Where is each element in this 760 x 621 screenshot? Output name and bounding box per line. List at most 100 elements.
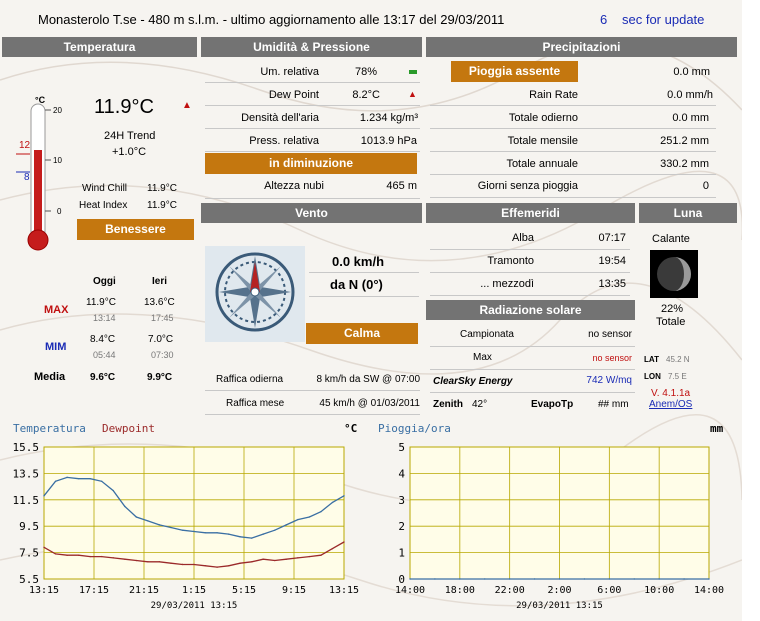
x-tick-label: 13:15 (329, 585, 359, 596)
data-point (227, 565, 230, 567)
data-point (250, 561, 253, 563)
data-point (308, 516, 311, 518)
lat-value: 45.2 N (666, 355, 690, 364)
zenith-label: Zenith (433, 399, 463, 410)
wind-rose-icon (205, 246, 305, 342)
gust-today-value: 8 km/h da SW @ 07:00 (316, 374, 420, 385)
today-max: 11.9°C (86, 297, 116, 308)
data-point (274, 559, 276, 562)
yesterday-avg: 9.9°C (147, 372, 173, 383)
data-point (204, 565, 207, 567)
data-point (508, 578, 511, 580)
data-point (308, 555, 311, 558)
y-tick-label: 5 (398, 441, 405, 454)
x-tick-label: 22:00 (495, 585, 525, 596)
x-tick-label: 1:15 (182, 585, 206, 596)
dry-days-label: Giorni senza pioggia (477, 180, 578, 192)
today-header: Oggi (93, 276, 116, 287)
data-point (285, 558, 288, 560)
data-point (297, 518, 299, 521)
x-tick-label: 5:15 (232, 585, 256, 596)
data-point (608, 578, 611, 580)
lon-label: LON (644, 372, 661, 381)
sunset-row: Tramonto 19:54 (430, 250, 630, 273)
evapo-label: EvapoTp (531, 399, 574, 410)
cloud-height-value: 465 m (386, 180, 417, 192)
dry-days-value: 0 (702, 180, 709, 192)
section-luna: Luna (639, 203, 737, 223)
today-max-time: 13:14 (93, 313, 116, 323)
update-countdown-label: sec for update (622, 12, 705, 27)
data-point (170, 526, 172, 529)
data-point (331, 501, 334, 504)
gust-today-label: Raffica odierna (216, 374, 284, 385)
update-countdown: 6 (600, 12, 608, 27)
air-density-row: Densità dell'aria 1.234 kg/m³ (205, 106, 420, 129)
avg-label: Media (34, 371, 66, 383)
temperature-chart: 15.513.511.59.57.55.513:15 17:15 21:15 1:15… (13, 441, 360, 611)
clearsky-value: 742 W/mq (586, 375, 632, 386)
data-point (181, 563, 184, 566)
today-min-time: 05:44 (93, 350, 116, 360)
yesterday-max-time: 17:45 (151, 313, 174, 323)
divider (309, 296, 419, 297)
data-point (343, 541, 345, 543)
lon-value: 7.5 E (668, 372, 687, 381)
yesterday-header: Ieri (152, 276, 168, 287)
trend-up-arrow-icon: ▲ (182, 100, 192, 111)
data-point (434, 578, 436, 580)
x-tick-label: 14:00 (395, 585, 425, 596)
data-point (484, 578, 486, 580)
moon-icon (650, 250, 698, 298)
data-point (43, 546, 45, 549)
version-label: V. 4.1.1a (651, 388, 691, 399)
today-avg: 9.6°C (90, 372, 116, 383)
temp-legend: Temperatura (13, 422, 86, 435)
x-tick-label: 17:15 (79, 585, 109, 596)
rain-rate-label: Rain Rate (529, 89, 578, 101)
data-point (193, 530, 195, 533)
data-point (331, 547, 334, 550)
anemos-link[interactable]: Anem/OS (649, 399, 692, 410)
rain-year-row: Totale annuale 330.2 mm (430, 152, 716, 175)
noon-row: ... mezzodì 13:35 (430, 273, 630, 296)
dewpoint-up-arrow-icon: ▲ (408, 89, 417, 99)
zenith-value: 42° (472, 399, 488, 410)
moon-percent: 22% (661, 303, 684, 315)
data-point (54, 480, 57, 483)
section-umidita: Umidità & Pressione (201, 37, 422, 57)
y-tick-label: 11.5 (13, 494, 40, 507)
y-tick-label: 7.5 (19, 547, 39, 560)
dewpoint-row: Dew Point 8.2°C ▲ (205, 83, 420, 106)
data-point (158, 524, 161, 526)
data-point (124, 505, 126, 508)
data-point (100, 480, 103, 483)
data-point (204, 532, 207, 534)
rain-chart: 54321014:00 18:00 22:00 2:00 6:00 10:00 14:002… (395, 441, 724, 611)
thermo-min-marker: 8 (24, 172, 30, 183)
data-point (343, 495, 345, 497)
trend-value: +1.0°C (112, 146, 147, 158)
noon-label: ... mezzodì (480, 278, 534, 290)
moon-percent-label: Totale (656, 316, 686, 328)
x-tick-label: 21:15 (129, 585, 159, 596)
data-point (239, 536, 241, 538)
data-point (112, 557, 114, 559)
data-point (558, 578, 561, 580)
rain-rate-row: Rain Rate 0.0 mm/h (430, 83, 716, 106)
sunrise-value: 07:17 (598, 232, 626, 244)
data-point (89, 477, 91, 480)
sunrise-row: Alba 07:17 (430, 227, 630, 250)
solar-max-value: no sensor (592, 353, 632, 363)
data-point (658, 578, 660, 580)
data-point (66, 554, 68, 556)
section-radiazione: Radiazione solare (426, 300, 635, 320)
y-tick-label: 2 (398, 520, 405, 533)
data-point (533, 578, 536, 580)
rain-year-value: 330.2 mm (660, 158, 709, 170)
pressure-trend-badge: in diminuzione (205, 153, 417, 174)
y-tick-label: 3 (398, 494, 405, 507)
data-point (181, 529, 184, 531)
data-point (227, 533, 230, 535)
data-point (66, 476, 68, 479)
